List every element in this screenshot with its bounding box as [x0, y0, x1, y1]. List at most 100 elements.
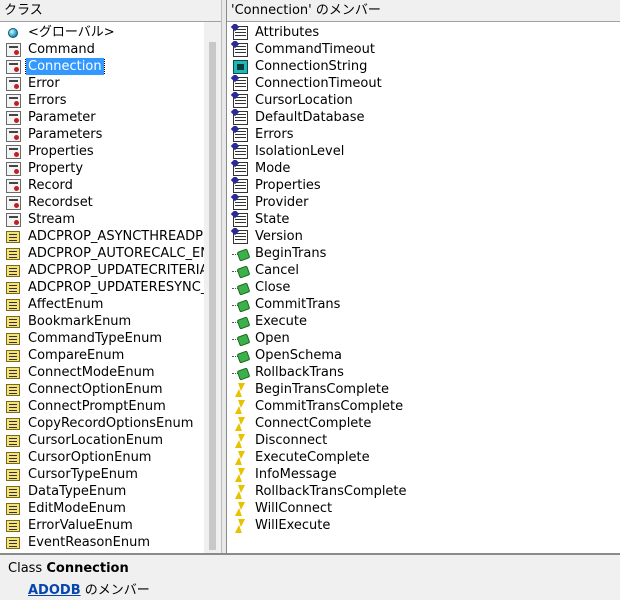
member-list-item[interactable]: State — [227, 211, 620, 228]
class-list-item[interactable]: AffectEnum — [0, 296, 204, 313]
member-list-item[interactable]: Attributes — [227, 24, 620, 41]
member-list-item[interactable]: BeginTransComplete — [227, 381, 620, 398]
method-icon — [231, 348, 249, 364]
member-list-item-label: ConnectionTimeout — [255, 76, 382, 91]
member-list-item-label: InfoMessage — [255, 467, 337, 482]
class-list-item[interactable]: Command — [0, 41, 204, 58]
member-list-item[interactable]: RollbackTrans — [227, 364, 620, 381]
classes-scrollbar[interactable] — [204, 22, 221, 553]
class-list-item[interactable]: CursorOptionEnum — [0, 449, 204, 466]
class-list-item[interactable]: CommandTypeEnum — [0, 330, 204, 347]
member-list-item[interactable]: BeginTrans — [227, 245, 620, 262]
class-list-item[interactable]: Errors — [0, 92, 204, 109]
class-list-item[interactable]: ConnectModeEnum — [0, 364, 204, 381]
class-list-item-label: Error — [28, 76, 60, 91]
class-icon — [4, 212, 22, 228]
classes-pane: クラス <グローバル> Command Connection Error Errors P… — [0, 0, 221, 553]
member-list-item-label: CursorLocation — [255, 93, 353, 108]
class-list-item[interactable]: ErrorValueEnum — [0, 517, 204, 534]
member-list-item[interactable]: Provider — [227, 194, 620, 211]
member-list-item[interactable]: WillExecute — [227, 517, 620, 534]
class-icon — [4, 76, 22, 92]
member-list-item[interactable]: Properties — [227, 177, 620, 194]
class-icon-glyph — [5, 76, 21, 91]
class-list-item[interactable]: BookmarkEnum — [0, 313, 204, 330]
class-list-item[interactable]: EditModeEnum — [0, 500, 204, 517]
class-list-item[interactable]: Stream — [0, 211, 204, 228]
enum-icon — [4, 433, 22, 449]
class-list-item[interactable]: ADCPROP_UPDATERESYNC_ENUM — [0, 279, 204, 296]
class-list-item[interactable]: <グローバル> — [0, 24, 204, 41]
member-list-item[interactable]: InfoMessage — [227, 466, 620, 483]
member-list-item[interactable]: Cancel — [227, 262, 620, 279]
class-list-item[interactable]: CompareEnum — [0, 347, 204, 364]
member-list-item[interactable]: CursorLocation — [227, 92, 620, 109]
member-list-item[interactable]: IsolationLevel — [227, 143, 620, 160]
member-list-item-label: Version — [255, 229, 303, 244]
property-icon-glyph — [232, 229, 248, 244]
enum-icon — [4, 348, 22, 364]
library-link[interactable]: ADODB — [28, 583, 81, 598]
member-list-item[interactable]: Errors — [227, 126, 620, 143]
event-icon-glyph — [234, 468, 246, 482]
class-list-item[interactable]: DataTypeEnum — [0, 483, 204, 500]
class-list-item-label: ADCPROP_UPDATECRITERIA_ENUM — [28, 263, 204, 278]
class-icon — [4, 127, 22, 143]
class-list-item-label: Errors — [28, 93, 67, 108]
class-list-item[interactable]: CursorTypeEnum — [0, 466, 204, 483]
member-list-item[interactable]: Mode — [227, 160, 620, 177]
member-list-item[interactable]: Close — [227, 279, 620, 296]
member-list-item-label: Cancel — [255, 263, 300, 278]
class-list-item[interactable]: Record — [0, 177, 204, 194]
class-list-item[interactable]: Parameter — [0, 109, 204, 126]
class-list-item[interactable]: ADCPROP_AUTORECALC_ENUM — [0, 245, 204, 262]
property-icon-glyph — [232, 42, 248, 57]
class-list-item[interactable]: EventReasonEnum — [0, 534, 204, 551]
enum-icon-glyph — [6, 298, 20, 311]
member-list-item[interactable]: Disconnect — [227, 432, 620, 449]
member-list-item[interactable]: RollbackTransComplete — [227, 483, 620, 500]
class-icon — [4, 161, 22, 177]
class-list-item[interactable]: ConnectOptionEnum — [0, 381, 204, 398]
member-list-item[interactable]: ConnectionString — [227, 58, 620, 75]
class-list-item[interactable]: Recordset — [0, 194, 204, 211]
enum-icon — [4, 484, 22, 500]
class-icon-glyph — [5, 42, 21, 57]
member-list-item[interactable]: Version — [227, 228, 620, 245]
member-list-item[interactable]: CommitTransComplete — [227, 398, 620, 415]
enum-icon-glyph — [6, 349, 20, 362]
class-list-item-label: DataTypeEnum — [28, 484, 127, 499]
class-list-item[interactable]: Parameters — [0, 126, 204, 143]
method-icon — [231, 263, 249, 279]
member-list-item[interactable]: ExecuteComplete — [227, 449, 620, 466]
class-list-item[interactable]: ADCPROP_UPDATECRITERIA_ENUM — [0, 262, 204, 279]
class-list-item[interactable]: CopyRecordOptionsEnum — [0, 415, 204, 432]
member-list-item[interactable]: OpenSchema — [227, 347, 620, 364]
class-list-item[interactable]: Properties — [0, 143, 204, 160]
classes-scrollbar-thumb[interactable] — [209, 42, 216, 550]
member-list-item[interactable]: ConnectComplete — [227, 415, 620, 432]
class-list-item-label: Recordset — [28, 195, 93, 210]
class-list-item[interactable]: ConnectPromptEnum — [0, 398, 204, 415]
member-list-item[interactable]: Execute — [227, 313, 620, 330]
property-icon-glyph — [232, 25, 248, 40]
class-icon-glyph — [5, 93, 21, 108]
class-list-item[interactable]: ADCPROP_ASYNCTHREADPRIORITY_ENUM — [0, 228, 204, 245]
class-list-item[interactable]: Error — [0, 75, 204, 92]
class-icon — [4, 195, 22, 211]
member-list-item[interactable]: Open — [227, 330, 620, 347]
class-list-item[interactable]: CursorLocationEnum — [0, 432, 204, 449]
enum-icon-glyph — [6, 434, 20, 447]
member-list-item[interactable]: DefaultDatabase — [227, 109, 620, 126]
member-list-item[interactable]: ConnectionTimeout — [227, 75, 620, 92]
class-list-item-label: ConnectOptionEnum — [28, 382, 163, 397]
global-icon — [4, 25, 22, 41]
property-icon-glyph — [232, 127, 248, 142]
class-list-item[interactable]: Property — [0, 160, 204, 177]
member-list-item[interactable]: CommitTrans — [227, 296, 620, 313]
member-list-item[interactable]: CommandTimeout — [227, 41, 620, 58]
property-icon — [231, 195, 249, 211]
property-icon — [231, 127, 249, 143]
class-list-item[interactable]: Connection — [0, 58, 204, 75]
member-list-item[interactable]: WillConnect — [227, 500, 620, 517]
